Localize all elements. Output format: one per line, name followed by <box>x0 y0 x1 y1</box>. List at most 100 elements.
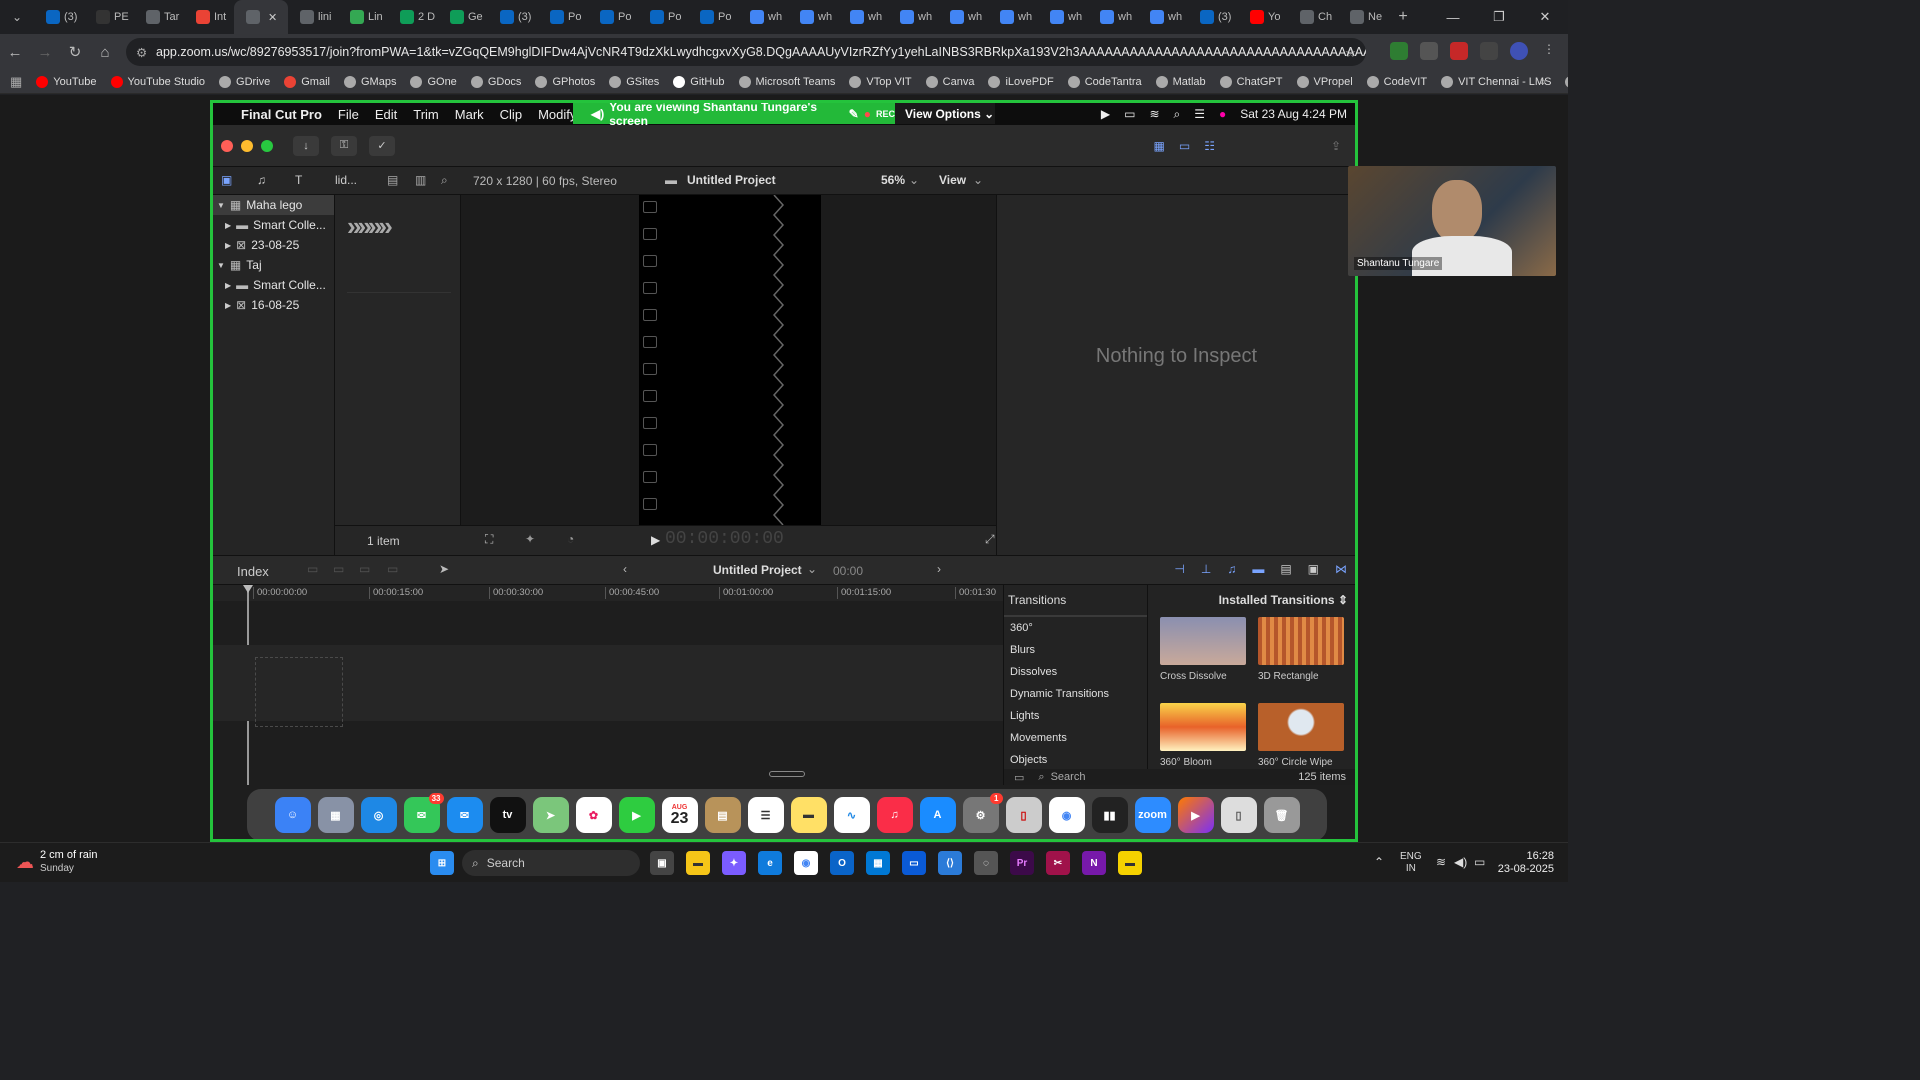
browser-tab[interactable]: wh <box>988 0 1038 34</box>
bookmark-item[interactable]: iLovePDF <box>988 75 1054 88</box>
timeline-scroll-handle[interactable] <box>769 771 805 777</box>
pocket-extension-icon[interactable] <box>1450 42 1468 60</box>
puzzle-icon[interactable] <box>1480 42 1498 60</box>
keyword-icon[interactable]: ⚿ <box>331 135 357 156</box>
browser-tab[interactable]: Int <box>184 0 234 34</box>
browser-search-icon[interactable]: ⌕ <box>441 173 448 188</box>
volume-icon[interactable]: ◀) <box>1454 855 1467 869</box>
timeline-forward-icon[interactable]: › <box>937 562 941 576</box>
mail-icon[interactable]: ✉ <box>446 797 483 833</box>
bookmark-item[interactable]: GOne <box>410 75 457 88</box>
restore-icon[interactable]: ❐ <box>1476 0 1522 34</box>
view-dropdown[interactable]: View <box>939 173 966 187</box>
bookmark-item[interactable]: ChatGPT <box>1219 75 1283 88</box>
browser-tab[interactable]: wh <box>1138 0 1188 34</box>
menu-trim[interactable]: Trim <box>405 107 447 122</box>
finder-icon[interactable]: ☺ <box>274 797 311 833</box>
back-icon[interactable]: ← <box>0 44 30 61</box>
snip-icon[interactable]: ✂ <box>1046 851 1070 875</box>
close-window-icon[interactable]: ✕ <box>1522 0 1568 34</box>
facetime-icon[interactable]: ▶ <box>618 797 655 833</box>
apps-grid-icon[interactable]: ▦ <box>10 74 22 90</box>
home-icon[interactable]: ⌂ <box>90 44 120 61</box>
overwrite-clip-icon[interactable]: ▭ <box>387 562 398 576</box>
tray-overflow-icon[interactable]: ⌃ <box>1374 855 1384 869</box>
bookmark-item[interactable]: Microsoft Teams <box>738 75 835 88</box>
view-options-button[interactable]: View Options ⌄ <box>895 103 995 124</box>
timeline-toggle-icon[interactable]: ▭ <box>1179 139 1190 153</box>
zoom-dropdown[interactable]: 56% <box>881 173 905 187</box>
weather-widget[interactable]: ☁ 2 cm of rain Sunday <box>16 849 97 875</box>
view-chevron-icon[interactable]: ⌄ <box>973 173 983 187</box>
spotlight-icon[interactable]: ⌕ <box>1174 107 1181 122</box>
browser-tab[interactable]: 2 D <box>388 0 438 34</box>
chrome-dock-icon[interactable]: ◉ <box>1048 797 1085 833</box>
enhance-icon[interactable]: ✦ <box>525 532 535 546</box>
zoom-dock-icon[interactable]: zoom <box>1134 797 1171 833</box>
notes-icon[interactable]: ▬ <box>790 797 827 833</box>
clip-appearance-icon[interactable]: ▤ <box>387 173 398 187</box>
play-button[interactable]: ▶ <box>651 533 660 547</box>
transition-search-input[interactable]: Search <box>1051 771 1086 783</box>
browser-tab[interactable]: wh <box>1038 0 1088 34</box>
reload-icon[interactable]: ↻ <box>60 43 90 61</box>
onenote-icon[interactable]: N <box>1082 851 1106 875</box>
transition-category[interactable]: Dissolves <box>1004 661 1147 683</box>
disclosure-closed-icon[interactable]: ▶ <box>225 221 231 230</box>
video-frame[interactable] <box>639 195 821 525</box>
screen-icon[interactable]: ▭ <box>902 851 926 875</box>
shield-extension-icon[interactable] <box>1390 42 1408 60</box>
filmstrip-icon[interactable]: ▥ <box>415 173 426 187</box>
downloads-stack-icon[interactable]: ▯ <box>1220 797 1257 833</box>
browser-tab[interactable]: Po <box>538 0 588 34</box>
network-icon[interactable]: ≋ <box>1436 855 1446 869</box>
bookmark-item[interactable]: VIT Chennai - LMS <box>1441 75 1551 88</box>
system-settings-icon[interactable]: ⚙ 1 <box>962 793 1003 833</box>
iphone-mirroring-icon[interactable]: ▯ <box>1005 797 1042 833</box>
browser-tab[interactable]: wh <box>838 0 888 34</box>
library-row[interactable]: ▶ ▬ Smart Colle... <box>213 275 334 295</box>
url-field[interactable]: ⚙ app.zoom.us/wc/89276953517/join?fromPW… <box>126 38 1366 66</box>
forward-icon[interactable]: → <box>30 44 60 61</box>
browser-toggle-icon[interactable]: ▦ <box>1154 139 1165 153</box>
menu-file[interactable]: File <box>330 107 367 122</box>
tab-close-icon[interactable]: ✕ <box>268 11 277 24</box>
transition-category[interactable]: Lights <box>1004 705 1147 727</box>
control-center-icon[interactable]: ☰ <box>1194 107 1205 121</box>
trash-icon[interactable]: 🗑 <box>1263 797 1300 833</box>
launchpad-icon[interactable]: ▦ <box>317 797 354 833</box>
bookmark-item[interactable]: Gmail <box>284 75 330 88</box>
bookmark-item[interactable]: GDrive <box>219 75 270 88</box>
select-tool-icon[interactable]: ➤ <box>439 562 449 576</box>
minimize-icon[interactable]: — <box>1430 0 1476 34</box>
transition-category[interactable]: Dynamic Transitions <box>1004 683 1147 705</box>
fullscreen-icon[interactable]: ⤢ <box>985 532 995 547</box>
clip-appearance-timeline-icon[interactable]: ▤ <box>1280 562 1291 576</box>
browser-tab[interactable]: (3) <box>1188 0 1238 34</box>
disclosure-closed-icon[interactable]: ▶ <box>225 281 231 290</box>
insert-clip-icon[interactable]: ▭ <box>333 562 344 576</box>
apple-tv-icon[interactable]: tv <box>489 797 526 833</box>
zoom-dot[interactable] <box>261 139 273 152</box>
store-icon[interactable]: ▦ <box>866 851 890 875</box>
activity-monitor-icon[interactable]: ▮▮ <box>1091 797 1128 833</box>
project-thumbnail[interactable]: »»»» <box>347 211 451 293</box>
disclosure-closed-icon[interactable]: ▶ <box>225 241 231 250</box>
connect-clip-icon[interactable]: ▭ <box>307 562 318 576</box>
bookmark-item[interactable]: YouTube <box>36 75 97 88</box>
tab-search-icon[interactable]: ⌄ <box>0 10 34 24</box>
battery-icon[interactable]: ▭ <box>1124 107 1135 121</box>
timeline[interactable] <box>213 585 1003 785</box>
audio-skimming-icon[interactable]: ⊥ <box>1201 562 1211 576</box>
browser-tab[interactable]: wh <box>788 0 838 34</box>
messages-icon[interactable]: ✉ 33 <box>403 793 444 833</box>
browser-tab[interactable]: wh <box>1088 0 1138 34</box>
bookmark-item[interactable]: VTop VIT <box>849 75 912 88</box>
libraries-icon[interactable]: ▣ <box>221 173 232 187</box>
sticky-notes-icon[interactable]: ▬ <box>1118 851 1142 875</box>
siri-icon[interactable]: ● <box>1219 107 1226 121</box>
new-tab-button[interactable]: + <box>1388 8 1418 26</box>
effects-browser-icon[interactable]: ▣ <box>1308 562 1319 576</box>
titles-icon[interactable]: T <box>295 173 302 187</box>
photos-app-icon[interactable]: ✿ <box>575 797 612 833</box>
